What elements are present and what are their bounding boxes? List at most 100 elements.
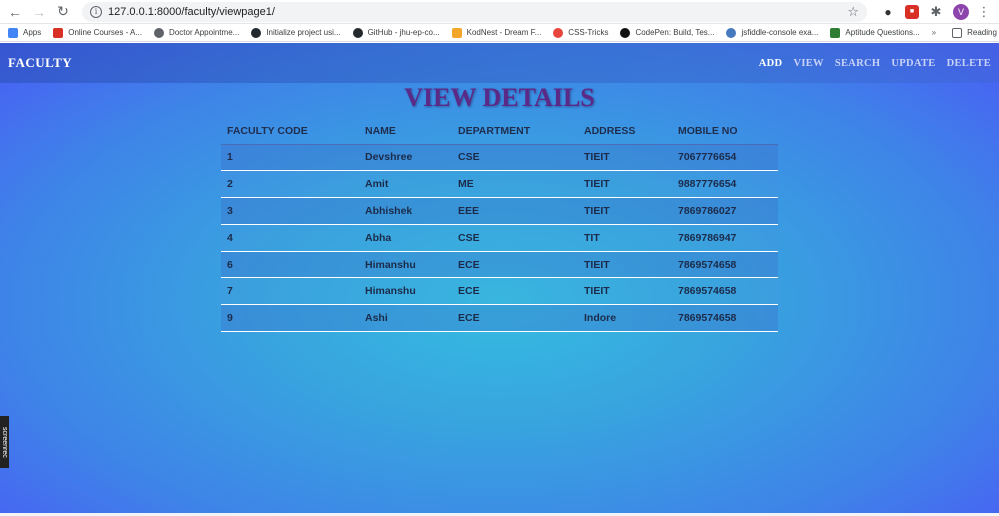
table-cell: TIT <box>578 223 672 252</box>
bookmark-initialize[interactable]: Initialize project usi... <box>251 27 341 38</box>
table-cell: 7869574658 <box>672 250 778 278</box>
bookmark-label: GitHub - jhu-ep-co... <box>367 28 440 37</box>
table-cell: Himanshu <box>359 277 452 305</box>
table-row: 2 Amit ME TIEIT 9887776654 <box>221 170 778 198</box>
table-cell: 1 <box>221 143 359 171</box>
table-header-row: FACULTY CODE NAME DEPARTMENT ADDRESS MOB… <box>221 118 778 144</box>
table-cell: ECE <box>452 277 578 305</box>
table-cell: Abhishek <box>359 197 452 225</box>
table-cell: TIEIT <box>578 170 672 198</box>
table-cell: 7869574658 <box>672 304 778 333</box>
bookmark-aptitude[interactable]: Aptitude Questions... <box>830 27 920 38</box>
reading-list-label: Reading list <box>967 28 999 37</box>
bookmark-github[interactable]: GitHub - jhu-ep-co... <box>352 27 440 38</box>
extensions-puzzle-icon[interactable]: ✱ <box>927 3 945 21</box>
url-text[interactable]: 127.0.0.1:8000/faculty/viewpage1/ <box>108 6 847 18</box>
incognito-extension-icon[interactable]: ● <box>879 3 897 21</box>
table-body: 1 Devshree CSE TIEIT 7067776654 2 Amit ME TIEIT 9… <box>221 143 778 333</box>
table-cell: TIEIT <box>578 277 672 305</box>
back-arrow-icon[interactable]: ← <box>6 3 24 21</box>
table-row: 7 Himanshu ECE TIEIT 7869574658 <box>221 277 778 305</box>
table-cell: CSE <box>452 223 578 252</box>
table-cell: 6 <box>221 250 359 278</box>
faculty-table: FACULTY CODE NAME DEPARTMENT ADDRESS MOB… <box>221 118 778 333</box>
table-cell: Himanshu <box>359 250 452 278</box>
bookmark-label: Apps <box>23 28 42 37</box>
page-body: FACULTY ADD VIEW SEARCH UPDATE DELETE VI… <box>0 43 999 513</box>
table-cell: EEE <box>452 197 578 225</box>
table-row: 6 Himanshu ECE TIEIT 7869574658 <box>221 250 778 278</box>
forward-arrow-icon[interactable]: → <box>30 3 48 21</box>
github-icon <box>251 27 262 38</box>
red-extension-icon[interactable]: ■ <box>905 4 919 19</box>
bookmark-label: jsfiddle-console exa... <box>741 28 819 37</box>
table-cell: 3 <box>221 197 359 225</box>
bookmark-label: Aptitude Questions... <box>845 28 920 37</box>
table-cell: 7869786027 <box>672 197 778 225</box>
jsfiddle-icon <box>726 27 737 38</box>
bookmark-label: Doctor Appointme... <box>169 28 240 37</box>
table-row: 4 Abha CSE TIT 7869786947 <box>221 223 778 252</box>
table-cell: ECE <box>452 304 578 333</box>
table-cell: ECE <box>452 250 578 278</box>
nav-link-add[interactable]: ADD <box>759 58 783 69</box>
table-row: 9 Ashi ECE Indore 7869574658 <box>221 304 778 333</box>
bookmark-jsfiddle[interactable]: jsfiddle-console exa... <box>726 27 819 38</box>
table-cell: CSE <box>452 143 578 171</box>
codepen-icon <box>620 27 631 38</box>
nav-links: ADD VIEW SEARCH UPDATE DELETE <box>748 58 991 69</box>
table-cell: 4 <box>221 223 359 252</box>
nav-link-update[interactable]: UPDATE <box>891 58 935 69</box>
bookmark-online-courses[interactable]: Online Courses - A... <box>53 27 143 38</box>
page-title: VIEW DETAILS <box>404 83 595 112</box>
table-cell: Ashi <box>359 304 452 333</box>
address-bar[interactable]: i 127.0.0.1:8000/faculty/viewpage1/ ☆ <box>82 1 867 22</box>
kodnest-icon <box>451 27 462 38</box>
table-cell: Indore <box>578 304 672 333</box>
github-icon <box>352 27 363 38</box>
column-header: FACULTY CODE <box>227 124 308 137</box>
column-header: NAME <box>365 124 396 137</box>
bookmark-label: Initialize project usi... <box>266 28 341 37</box>
bookmark-apps[interactable]: Apps <box>8 27 42 38</box>
brand-logo[interactable]: FACULTY <box>8 55 72 71</box>
reload-icon[interactable]: ↻ <box>54 3 72 21</box>
table-row: 1 Devshree CSE TIEIT 7067776654 <box>221 143 778 171</box>
bookmark-codepen[interactable]: CodePen: Build, Tes... <box>620 27 715 38</box>
bookmarks-bar: Apps Online Courses - A... Doctor Appoin… <box>0 24 999 42</box>
bookmark-label: Online Courses - A... <box>68 28 143 37</box>
bookmark-label: CSS-Tricks <box>568 28 609 37</box>
table-cell: TIEIT <box>578 197 672 225</box>
table-cell: Amit <box>359 170 452 198</box>
faculty-table-container: FACULTY CODE NAME DEPARTMENT ADDRESS MOB… <box>221 118 778 333</box>
coursera-icon <box>53 27 64 38</box>
nav-link-search[interactable]: SEARCH <box>835 58 881 69</box>
screenrec-watermark: screenrec <box>0 416 9 468</box>
column-header: ADDRESS <box>584 124 636 137</box>
bookmark-star-icon[interactable]: ☆ <box>847 4 859 20</box>
nav-link-view[interactable]: VIEW <box>793 58 823 69</box>
profile-avatar[interactable]: V <box>953 3 969 20</box>
table-cell: TIEIT <box>578 143 672 171</box>
table-cell: 2 <box>221 170 359 198</box>
reading-list-button[interactable]: Reading list <box>952 27 999 38</box>
browser-toolbar: ← → ↻ i 127.0.0.1:8000/faculty/viewpage1… <box>0 0 999 24</box>
bookmark-label: CodePen: Build, Tes... <box>635 28 715 37</box>
table-cell: 7869786947 <box>672 223 778 252</box>
nav-link-delete[interactable]: DELETE <box>947 58 991 69</box>
bookmark-kodnest[interactable]: KodNest - Dream F... <box>451 27 542 38</box>
aptitude-icon <box>830 27 841 38</box>
table-cell: 9887776654 <box>672 170 778 198</box>
bookmarks-overflow-button[interactable]: » <box>932 28 936 37</box>
table-cell: Devshree <box>359 143 452 171</box>
column-header: DEPARTMENT <box>458 124 531 137</box>
css-tricks-icon <box>553 27 564 38</box>
site-info-icon[interactable]: i <box>90 5 102 18</box>
globe-icon <box>154 27 165 38</box>
site-navbar: FACULTY ADD VIEW SEARCH UPDATE DELETE <box>0 43 999 83</box>
bookmark-label: KodNest - Dream F... <box>466 28 542 37</box>
bookmark-doctor[interactable]: Doctor Appointme... <box>154 27 240 38</box>
bookmark-css-tricks[interactable]: CSS-Tricks <box>553 27 609 38</box>
more-menu-icon[interactable]: ⋮ <box>975 3 993 21</box>
reading-list-icon <box>952 27 963 38</box>
